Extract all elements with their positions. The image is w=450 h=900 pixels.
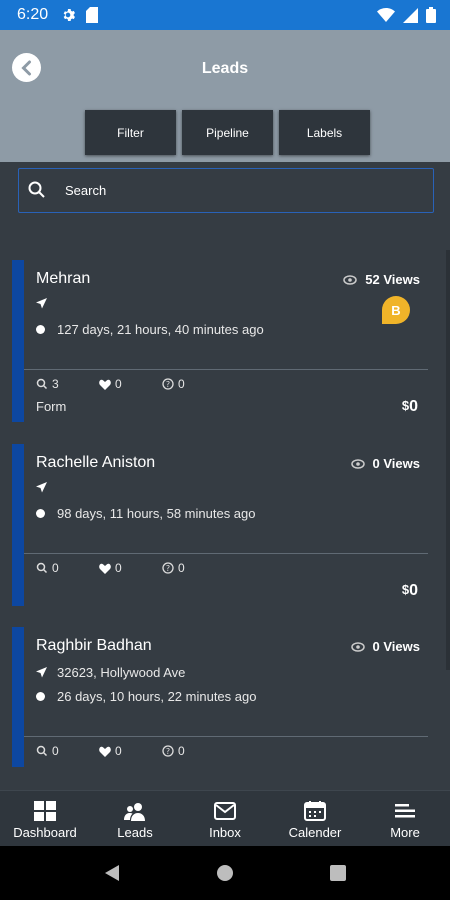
lead-name: Raghbir Badhan <box>36 637 152 654</box>
dashboard-icon <box>34 801 56 821</box>
navigation-arrow-icon <box>36 482 47 493</box>
svg-text:?: ? <box>166 564 170 573</box>
lead-name: Rachelle Aniston <box>36 454 156 471</box>
lead-accent-bar <box>12 444 24 606</box>
views-count: 0 Views <box>350 456 420 471</box>
sd-card-icon <box>86 7 98 23</box>
eye-icon <box>350 641 365 652</box>
battery-icon <box>426 7 436 23</box>
time-ago-row: 127 days, 21 hours, 40 minutes ago <box>36 322 264 337</box>
search-icon <box>28 181 45 198</box>
scrollbar[interactable] <box>446 250 450 670</box>
question-icon: ? <box>162 745 174 757</box>
question-icon: ? <box>162 378 174 390</box>
labels-button[interactable]: Labels <box>279 110 370 155</box>
settings-gear-icon <box>63 9 75 21</box>
lead-price: $0 <box>401 582 418 599</box>
pipeline-button[interactable]: Pipeline <box>182 110 273 155</box>
views-count: 0 Views <box>350 639 420 654</box>
status-bar: 6:20 <box>0 0 450 30</box>
navigation-arrow-icon <box>36 667 47 678</box>
home-circle-icon[interactable] <box>216 864 234 882</box>
search-icon <box>36 562 48 574</box>
signal-icon <box>403 7 418 23</box>
wifi-icon <box>377 8 395 22</box>
lead-name: Mehran <box>36 270 91 287</box>
page-title: Leads <box>201 60 249 77</box>
nav-calender[interactable]: Calender <box>270 791 360 846</box>
status-time: 6:20 <box>17 6 49 23</box>
search-box[interactable] <box>18 168 434 213</box>
search-icon <box>36 378 48 390</box>
stats-row: 0 0 ? 0 <box>36 744 225 758</box>
stats-row: 3 0 ? 0 <box>36 377 225 391</box>
clock-dot-icon <box>36 509 45 518</box>
navigation-arrow-icon <box>36 298 47 309</box>
search-icon <box>36 745 48 757</box>
views-count: 52 Views <box>343 272 420 287</box>
lead-card[interactable]: Mehran 52 Views B 127 days, 21 hours, 40… <box>12 260 428 422</box>
bottom-navigation: Dashboard Leads Inbox Calender More <box>0 790 450 846</box>
lead-list[interactable]: Mehran 52 Views B 127 days, 21 hours, 40… <box>0 228 450 790</box>
heart-icon <box>99 379 111 390</box>
clock-dot-icon <box>36 325 45 334</box>
menu-icon <box>395 804 415 818</box>
svg-text:?: ? <box>166 380 170 389</box>
divider <box>24 369 428 370</box>
lead-accent-bar <box>12 627 24 767</box>
lead-accent-bar <box>12 260 24 422</box>
divider <box>24 736 428 737</box>
stats-row: 0 0 ? 0 <box>36 561 225 575</box>
lead-price: $0 <box>401 398 418 415</box>
lead-label-badge[interactable]: B <box>382 296 410 324</box>
heart-icon <box>99 746 111 757</box>
svg-text:?: ? <box>166 747 170 756</box>
nav-leads[interactable]: Leads <box>90 791 180 846</box>
back-triangle-icon[interactable] <box>103 864 121 882</box>
mail-icon <box>214 802 236 820</box>
divider <box>24 553 428 554</box>
calendar-icon <box>304 801 326 821</box>
nav-dashboard[interactable]: Dashboard <box>0 791 90 846</box>
question-icon: ? <box>162 562 174 574</box>
search-input[interactable] <box>65 169 425 212</box>
filter-row: Filter Pipeline Labels <box>85 110 370 155</box>
eye-icon <box>343 274 358 285</box>
lead-card[interactable]: Raghbir Badhan 0 Views 32623, Hollywood … <box>12 627 428 790</box>
nav-more[interactable]: More <box>360 791 450 846</box>
location-row <box>36 298 57 309</box>
recents-square-icon[interactable] <box>329 864 347 882</box>
clock-dot-icon <box>36 692 45 701</box>
location-row <box>36 482 57 493</box>
lead-source: Form <box>36 399 67 414</box>
nav-inbox[interactable]: Inbox <box>180 791 270 846</box>
app-header: Leads Filter Pipeline Labels <box>0 30 450 162</box>
eye-icon <box>350 458 365 469</box>
filter-button[interactable]: Filter <box>85 110 176 155</box>
system-navigation-bar <box>0 846 450 900</box>
time-ago-row: 98 days, 11 hours, 58 minutes ago <box>36 506 256 521</box>
people-icon <box>124 803 145 821</box>
location-row: 32623, Hollywood Ave <box>36 665 185 680</box>
lead-card[interactable]: Rachelle Aniston 0 Views 98 days, 11 hou… <box>12 444 428 606</box>
time-ago-row: 26 days, 10 hours, 22 minutes ago <box>36 689 256 704</box>
heart-icon <box>99 563 111 574</box>
